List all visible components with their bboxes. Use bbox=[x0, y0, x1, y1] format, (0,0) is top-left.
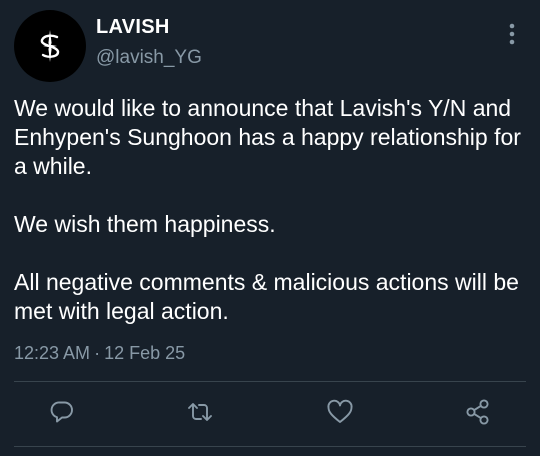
tweet-paragraph: We wish them happiness. bbox=[14, 211, 276, 237]
like-icon[interactable] bbox=[326, 398, 354, 426]
avatar[interactable] bbox=[14, 10, 86, 82]
sparkle-logo-icon bbox=[40, 30, 60, 62]
timestamp-separator: · bbox=[94, 343, 101, 363]
share-icon[interactable] bbox=[464, 398, 492, 426]
divider bbox=[14, 381, 526, 382]
tweet-text: We would like to announce that Lavish's … bbox=[14, 94, 534, 326]
user-handle[interactable]: @lavish_YG bbox=[96, 47, 202, 69]
retweet-icon[interactable] bbox=[186, 398, 214, 426]
tweet-timestamp[interactable]: 12:23 AM · 12 Feb 25 bbox=[14, 343, 185, 364]
tweet-date: 12 Feb 25 bbox=[104, 343, 186, 363]
divider bbox=[14, 446, 526, 447]
display-name[interactable]: LAVISH bbox=[96, 16, 170, 39]
tweet-paragraph: All negative comments & malicious action… bbox=[14, 269, 519, 324]
tweet-time: 12:23 AM bbox=[14, 343, 91, 363]
tweet-paragraph: We would like to announce that Lavish's … bbox=[14, 95, 521, 179]
more-options-icon[interactable] bbox=[500, 22, 524, 46]
reply-icon[interactable] bbox=[48, 398, 76, 426]
tweet-card: LAVISH @lavish_YG We would like to annou… bbox=[0, 0, 540, 456]
